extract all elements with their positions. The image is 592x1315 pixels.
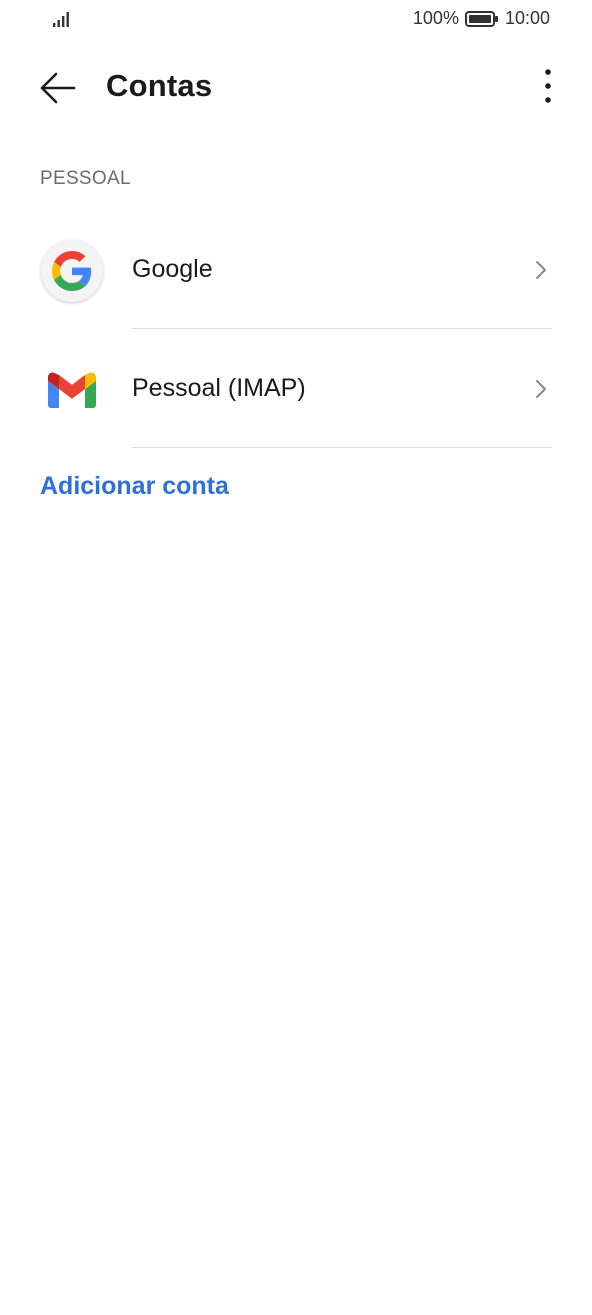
gmail-icon	[48, 372, 96, 408]
arrow-left-icon	[40, 72, 76, 104]
account-label: Pessoal (IMAP)	[132, 374, 306, 402]
app-bar: Contas	[0, 56, 592, 120]
status-bar: 100% 10:00	[0, 0, 592, 40]
back-button[interactable]	[36, 68, 80, 108]
chevron-right-icon	[536, 261, 546, 279]
more-vertical-icon	[545, 69, 551, 103]
divider	[132, 447, 552, 448]
signal-bars-icon	[53, 12, 69, 27]
battery-percent: 100%	[412, 8, 459, 28]
page-title: Contas	[106, 68, 213, 103]
section-header: PESSOAL	[40, 168, 131, 189]
google-icon	[41, 240, 103, 302]
battery-icon	[464, 10, 498, 27]
status-right: 100% 10:00	[413, 8, 550, 29]
add-account-button[interactable]: Adicionar conta	[40, 472, 229, 501]
account-row-google[interactable]: Google	[0, 211, 592, 329]
divider	[132, 328, 552, 329]
account-label: Google	[132, 255, 213, 283]
chevron-right-icon	[536, 380, 546, 398]
account-row-imap[interactable]: Pessoal (IMAP)	[0, 330, 592, 448]
more-options-button[interactable]	[536, 66, 560, 110]
account-icon	[40, 358, 104, 422]
account-icon	[40, 239, 104, 303]
status-time: 10:00	[504, 8, 550, 28]
